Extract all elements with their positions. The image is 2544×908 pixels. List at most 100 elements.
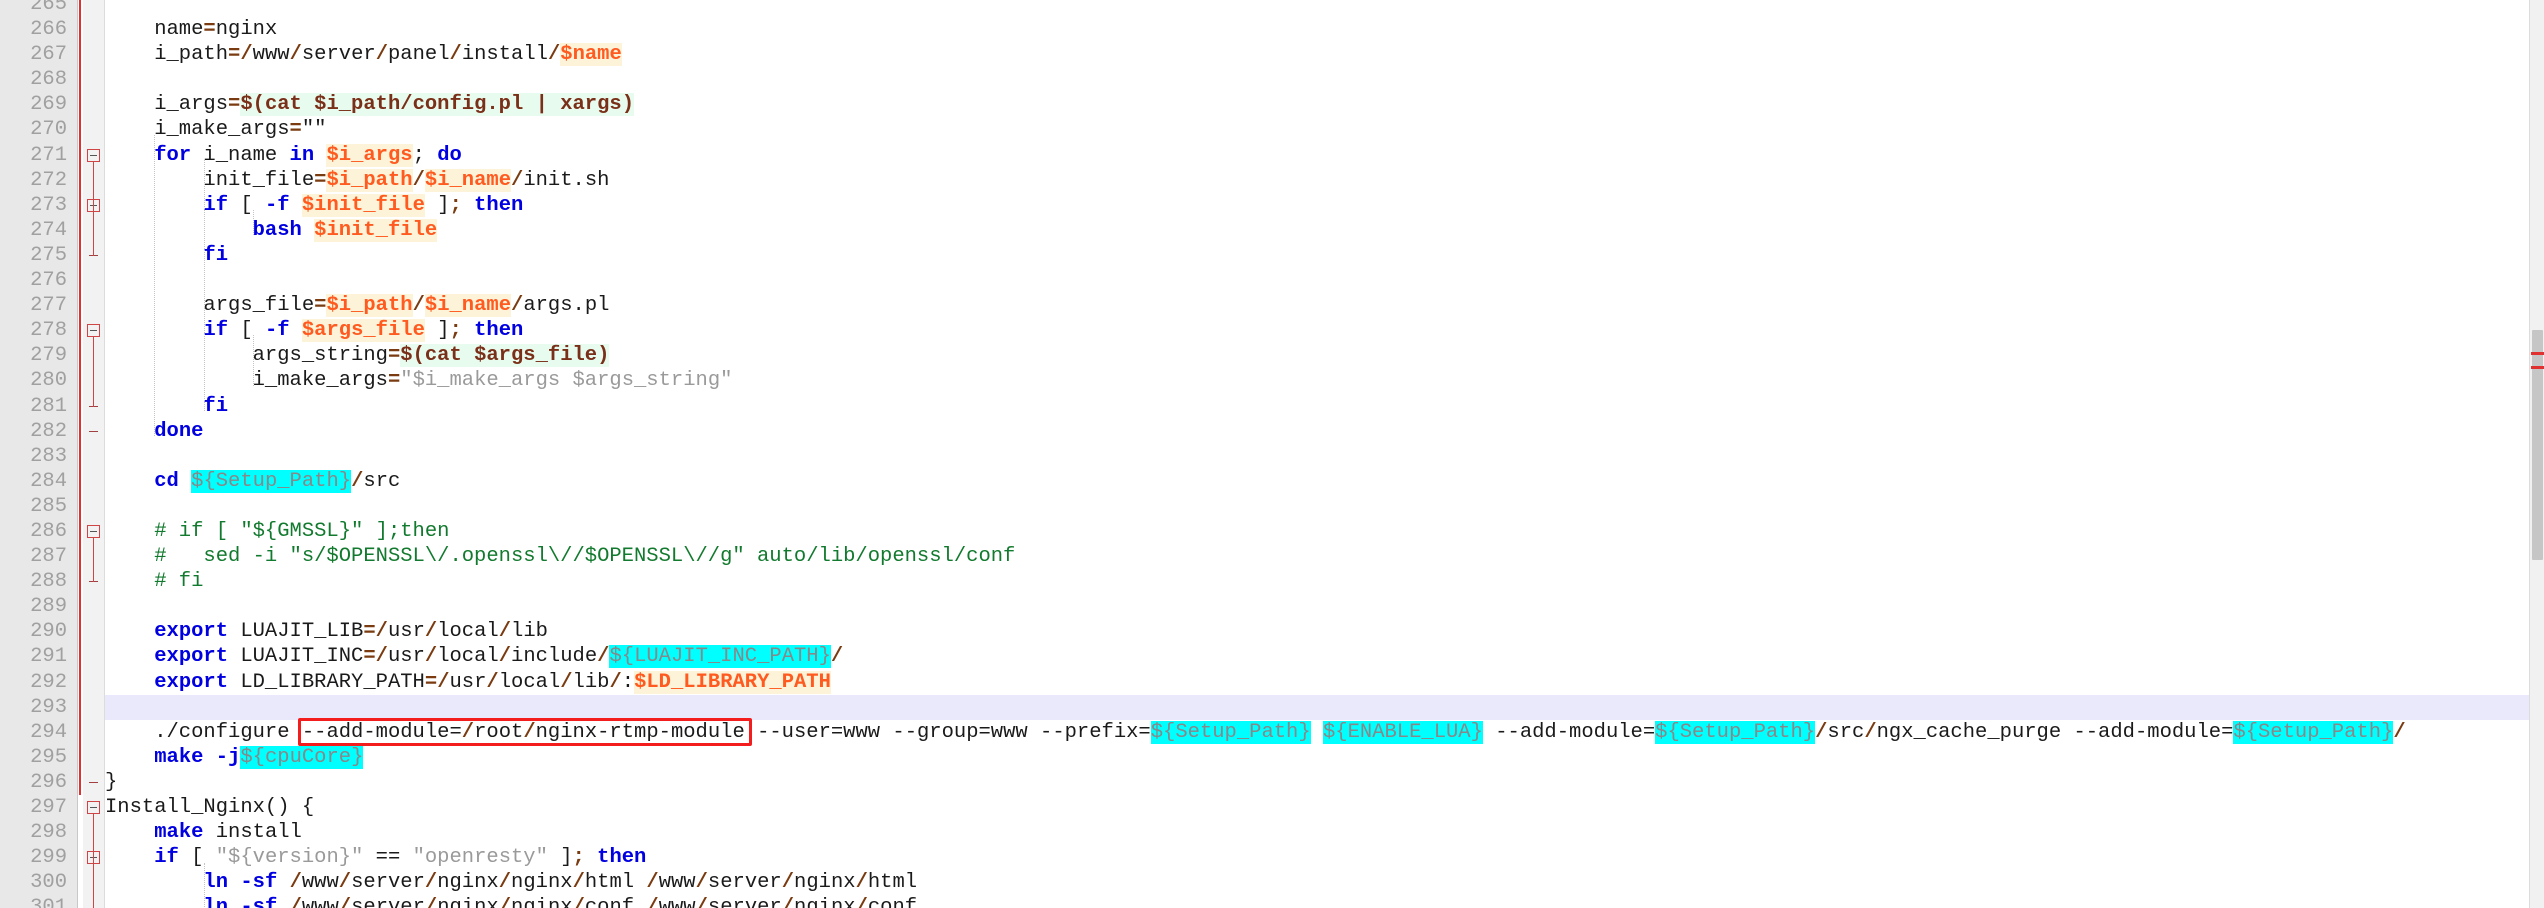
code-token-op: / bbox=[424, 896, 438, 908]
code-token-kw: cd bbox=[154, 469, 179, 493]
vertical-scrollbar[interactable] bbox=[2529, 0, 2544, 908]
code-token-kw: export bbox=[154, 645, 229, 669]
code-token-kw: ln bbox=[203, 896, 229, 908]
code-line[interactable]: i_args=$(cat $i_path/config.pl | xargs) bbox=[105, 92, 2544, 117]
fold-toggle-icon[interactable] bbox=[87, 801, 100, 815]
code-token-op: / bbox=[449, 43, 462, 67]
code-token-plain: i_path bbox=[105, 43, 229, 67]
code-fold-column[interactable] bbox=[83, 0, 105, 908]
line-number: 288 bbox=[30, 570, 67, 594]
line-number: 280 bbox=[30, 369, 67, 393]
code-editor[interactable]: 265 266 267 268 269 270 271 272 273 274 275 276 277 2… bbox=[0, 0, 2544, 908]
code-token-op: / bbox=[351, 469, 364, 493]
code-token-str: "${version}" bbox=[215, 846, 364, 870]
code-line[interactable]: args_string=$(cat $args_file) bbox=[105, 343, 2544, 368]
code-line[interactable]: i_make_args="" bbox=[105, 117, 2544, 142]
code-token-kw: fi bbox=[203, 394, 229, 418]
code-token-plain: --user=www --group=www --prefix= bbox=[744, 720, 1151, 744]
code-line[interactable]: for i_name in $i_args; do bbox=[105, 143, 2544, 168]
code-token-op: / bbox=[412, 168, 425, 192]
code-token-op: / bbox=[240, 43, 253, 67]
code-line[interactable]: export LUAJIT_LIB=/usr/local/lib bbox=[105, 619, 2544, 644]
code-line[interactable]: if [ -f $args_file ]; then bbox=[105, 318, 2544, 343]
fold-toggle-icon[interactable] bbox=[87, 324, 100, 338]
code-token-cmt: # if [ "${GMSSL}" ];then bbox=[105, 519, 450, 543]
code-line[interactable]: # if [ "${GMSSL}" ];then bbox=[105, 519, 2544, 544]
code-token-op: = bbox=[363, 645, 376, 669]
code-token-cyan: ${cpuCore} bbox=[240, 745, 364, 769]
code-line[interactable]: } bbox=[105, 770, 2544, 795]
line-number: 296 bbox=[30, 770, 67, 794]
code-line[interactable]: fi bbox=[105, 394, 2544, 419]
code-token-plain: local bbox=[437, 645, 499, 669]
code-token-plain: ] bbox=[424, 193, 450, 217]
code-token-plain: i_make_args bbox=[105, 118, 290, 142]
code-line[interactable]: fi bbox=[105, 243, 2544, 268]
code-token-op: = bbox=[289, 118, 302, 142]
code-line-current[interactable] bbox=[105, 694, 2544, 720]
line-number: 281 bbox=[30, 394, 67, 418]
code-line[interactable]: bash $init_file bbox=[105, 218, 2544, 243]
code-token-plain: nginx bbox=[794, 871, 856, 895]
code-token-cyan: ${Setup_Path} bbox=[191, 469, 352, 493]
code-token-op: / bbox=[338, 896, 352, 908]
code-token-plain: html bbox=[584, 871, 647, 895]
code-token-plain: args.pl bbox=[523, 294, 610, 318]
code-token-plain: init_file bbox=[105, 168, 315, 192]
code-line[interactable] bbox=[105, 444, 2544, 469]
line-number: 293 bbox=[30, 695, 67, 719]
code-token-plain: --add-module= bbox=[301, 720, 462, 744]
code-line[interactable] bbox=[105, 594, 2544, 619]
code-token-op: / bbox=[646, 896, 659, 908]
code-line[interactable]: Install_Nginx() { bbox=[105, 795, 2544, 820]
code-content-area[interactable]: name=nginx i_path=/www/server/panel/inst… bbox=[105, 0, 2544, 908]
line-number: 286 bbox=[30, 519, 67, 543]
code-line[interactable] bbox=[105, 67, 2544, 92]
line-number: 301 bbox=[30, 896, 67, 908]
code-token-op: / bbox=[498, 871, 512, 895]
code-token-op: = bbox=[203, 18, 216, 42]
code-line[interactable]: export LD_LIBRARY_PATH=/usr/local/lib/:$… bbox=[105, 670, 2544, 695]
code-token-op: = bbox=[363, 620, 376, 644]
code-line[interactable]: if [ -f $init_file ]; then bbox=[105, 193, 2544, 218]
code-token-plain: www bbox=[252, 43, 290, 67]
code-token-plain: name bbox=[105, 18, 204, 42]
code-token-kw: export bbox=[154, 620, 229, 644]
code-token-plain: usr bbox=[387, 645, 425, 669]
code-line[interactable]: name=nginx bbox=[105, 17, 2544, 42]
scrollbar-thumb[interactable] bbox=[2532, 330, 2543, 560]
code-line[interactable] bbox=[105, 0, 2544, 17]
code-token-op: / bbox=[695, 871, 708, 895]
line-number-gutter: 265 266 267 268 269 270 271 272 273 274 275 276 277 2… bbox=[0, 0, 78, 908]
code-token-op: / bbox=[855, 896, 868, 908]
code-line[interactable]: if [ "${version}" == "openresty" ]; then bbox=[105, 845, 2544, 870]
fold-toggle-icon[interactable] bbox=[87, 148, 100, 162]
code-token-op: / bbox=[1815, 720, 1828, 744]
code-line[interactable]: export LUAJIT_INC=/usr/local/include/${L… bbox=[105, 644, 2544, 669]
code-line[interactable]: cd ${Setup_Path}/src bbox=[105, 469, 2544, 494]
code-line[interactable]: i_path=/www/server/panel/install/$name bbox=[105, 42, 2544, 67]
code-line[interactable]: make -j${cpuCore} bbox=[105, 745, 2544, 770]
code-line[interactable]: ./configure --add-module=/root/nginx-rtm… bbox=[105, 720, 2544, 745]
fold-toggle-icon[interactable] bbox=[87, 525, 100, 539]
fold-connector-line bbox=[93, 211, 94, 256]
code-line[interactable]: i_make_args="$i_make_args $args_string" bbox=[105, 368, 2544, 393]
code-token-str: "openresty" bbox=[412, 846, 548, 870]
code-line[interactable]: # sed -i "s/$OPENSSL\/.openssl\//$OPENSS… bbox=[105, 544, 2544, 569]
code-line[interactable]: ln -sf /www/server/nginx/nginx/html /www… bbox=[105, 870, 2544, 895]
code-line[interactable] bbox=[105, 268, 2544, 293]
code-token-op: = bbox=[228, 93, 241, 117]
code-line[interactable]: # fi bbox=[105, 569, 2544, 594]
code-line[interactable]: init_file=$i_path/$i_name/init.sh bbox=[105, 168, 2544, 193]
code-line[interactable] bbox=[105, 494, 2544, 519]
code-token-op: / bbox=[289, 43, 302, 67]
code-line[interactable]: done bbox=[105, 419, 2544, 444]
code-line[interactable]: ln -sf /www/server/nginx/nginx/conf /www… bbox=[105, 895, 2544, 908]
code-line[interactable]: args_file=$i_path/$i_name/args.pl bbox=[105, 293, 2544, 318]
code-line[interactable]: make install bbox=[105, 820, 2544, 845]
line-number: 268 bbox=[30, 68, 67, 92]
code-token-op: / bbox=[1864, 720, 1877, 744]
code-token-op: / bbox=[498, 645, 512, 669]
